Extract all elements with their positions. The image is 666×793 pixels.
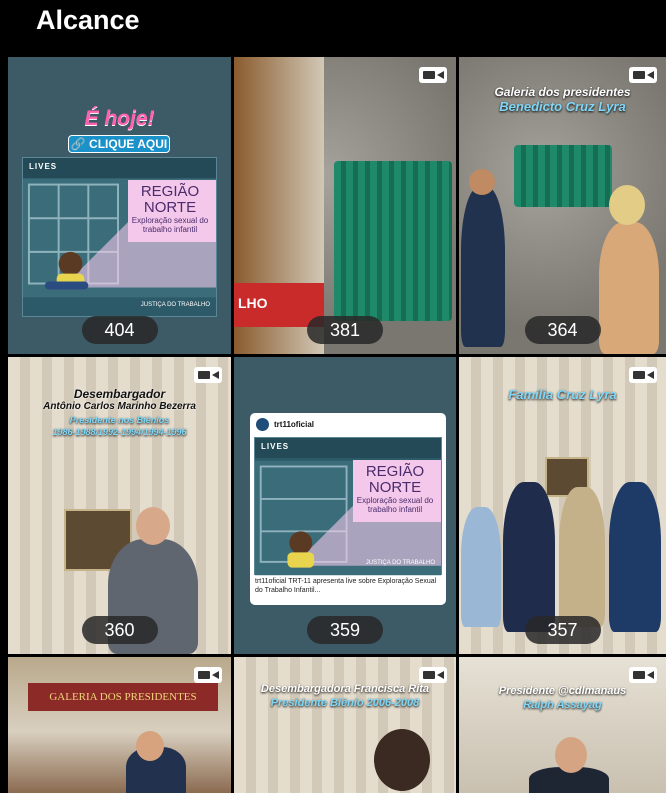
poster-subtitle: Exploração sexual do trabalho infantil <box>356 496 434 514</box>
video-camera-icon <box>194 367 222 383</box>
gallery-banner: GALERIA DOS PRESIDENTES <box>28 683 218 711</box>
poster-title: REGIÃO NORTE <box>365 463 425 496</box>
caption-line-1: Desembargador <box>73 387 166 401</box>
caption-line-1: Galeria dos presidentes <box>494 85 631 99</box>
view-count: 404 <box>81 316 158 344</box>
reel-tile[interactable]: LHO 381 <box>234 57 456 354</box>
reel-tile[interactable]: Família Cruz Lyra 357 <box>459 357 666 654</box>
reel-tile[interactable]: trt11oficial LIVES REGIÃO NORTE Exploraç… <box>234 357 456 654</box>
video-camera-icon <box>629 367 657 383</box>
hoje-heading: É hoje! <box>84 107 155 130</box>
person <box>461 187 505 347</box>
person-head <box>374 729 430 791</box>
poster-brand: JUSTIÇA DO TRABALHO <box>140 302 210 308</box>
person-head <box>555 737 587 773</box>
header: Alcance <box>0 0 666 57</box>
clique-aqui-button[interactable]: 🔗 CLIQUE AQUI <box>68 135 170 153</box>
view-count: 357 <box>524 616 601 644</box>
post-account: trt11oficial <box>274 420 315 429</box>
caption-line-2: Benedicto Cruz Lyra <box>499 99 626 114</box>
view-count: 381 <box>307 316 383 344</box>
reel-tile[interactable]: Galeria dos presidentes Benedicto Cruz L… <box>459 57 666 354</box>
person-head <box>609 185 645 225</box>
reel-tile[interactable]: GALERIA DOS PRESIDENTES <box>8 657 231 793</box>
poster-lives-label: LIVES <box>261 442 290 451</box>
person <box>461 507 501 627</box>
caption-line-2: Antônio Carlos Marinho Bezerra <box>43 401 196 412</box>
view-count: 359 <box>307 616 383 644</box>
poster-title: REGIÃO NORTE <box>140 183 200 216</box>
reel-tile[interactable]: Desembargador Antônio Carlos Marinho Bez… <box>8 357 231 654</box>
video-camera-icon <box>629 667 657 683</box>
view-count: 360 <box>81 616 158 644</box>
live-poster: LIVES REGIÃO NORTE Exploração sexual do … <box>22 157 217 317</box>
video-camera-icon <box>629 67 657 83</box>
person <box>503 482 555 632</box>
reels-grid: É hoje! 🔗 CLIQUE AQUI LIVES REGIÃO NORTE… <box>8 57 666 793</box>
person-head <box>469 169 495 195</box>
video-camera-icon <box>419 67 447 83</box>
poster-subtitle: Exploração sexual do trabalho infantil <box>131 216 209 234</box>
avatar <box>256 418 269 431</box>
caption-line-4: 1986-1988/1992-1994/1994-1996 <box>52 427 187 437</box>
view-count: 364 <box>524 316 601 344</box>
green-curtain <box>334 161 452 321</box>
person <box>559 487 605 627</box>
caption-line-3: Presidente nos Biênios <box>69 415 170 425</box>
poster-brand: JUSTIÇA DO TRABALHO <box>365 560 435 566</box>
person-head <box>136 507 170 545</box>
shared-post-card[interactable]: trt11oficial LIVES REGIÃO NORTE Exploraç… <box>250 413 446 605</box>
person-head <box>136 731 164 761</box>
reel-tile[interactable]: É hoje! 🔗 CLIQUE AQUI LIVES REGIÃO NORTE… <box>8 57 231 354</box>
caption-line-2: Ralph Assayag <box>523 699 602 711</box>
person <box>609 482 661 632</box>
person <box>599 222 659 354</box>
poster-lives-label: LIVES <box>29 162 58 171</box>
page-title: Alcance <box>36 5 140 35</box>
reel-tile[interactable]: Desembargadora Francisca Rita Presidente… <box>234 657 456 793</box>
video-camera-icon <box>194 667 222 683</box>
caption-line-1: Família Cruz Lyra <box>508 387 617 402</box>
video-camera-icon <box>419 667 447 683</box>
post-description: trt11oficial TRT-11 apresenta live sobre… <box>255 578 437 594</box>
reel-tile[interactable]: Presidente @cdlmanaus Ralph Assayag <box>459 657 666 793</box>
caption-line-1: Presidente @cdlmanaus <box>498 685 627 697</box>
live-poster: LIVES REGIÃO NORTE Exploração sexual do … <box>254 437 442 576</box>
caption-line-2: Presidente Biênio 2006-2008 <box>270 697 420 709</box>
green-curtain <box>514 145 612 207</box>
